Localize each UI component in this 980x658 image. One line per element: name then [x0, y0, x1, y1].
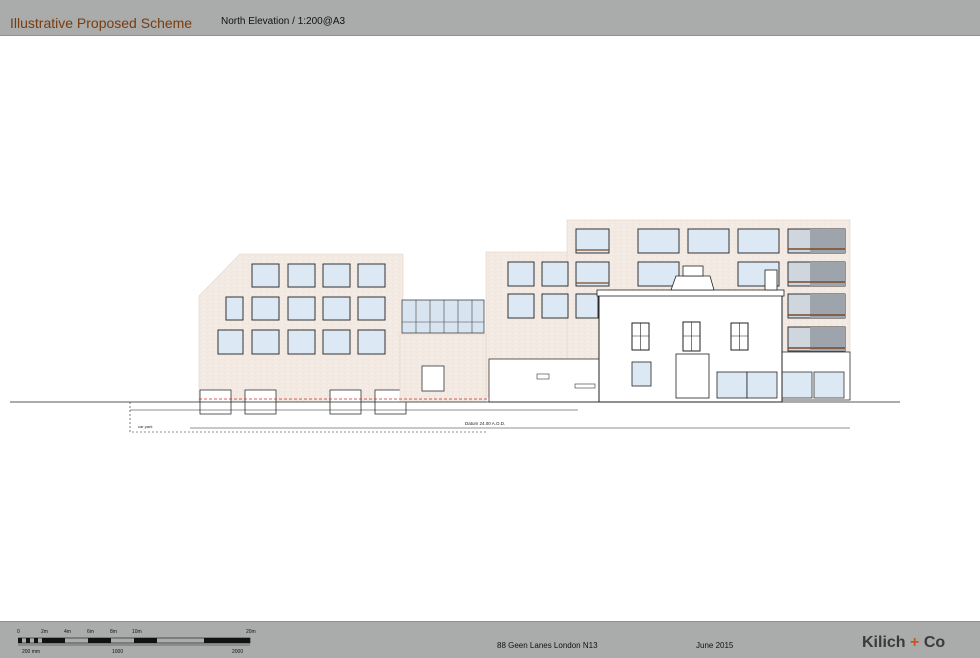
window — [225, 296, 244, 321]
scale-bar — [18, 637, 251, 646]
drawing-subtitle: North Elevation / 1:200@A3 — [221, 16, 346, 27]
chimney — [764, 269, 778, 291]
window — [357, 296, 386, 321]
roof-gable — [670, 275, 715, 291]
window — [637, 228, 680, 254]
entrance-door — [421, 365, 445, 392]
datum-label: Datum 24.00 A.O.D. — [465, 421, 505, 426]
brand-plus: + — [910, 634, 920, 651]
annex-vent — [536, 373, 550, 380]
window — [507, 261, 535, 287]
house-windows — [631, 321, 749, 352]
scale-tick: 20m — [246, 629, 256, 635]
footer-bar: 0 2m 4m 6m 8m 10m 20m 200 mm 1000 2000 8… — [0, 621, 980, 658]
scale-tick: 10m — [132, 629, 142, 635]
window — [322, 296, 351, 321]
brand-name: Kilich — [862, 634, 906, 651]
window — [357, 263, 386, 288]
window — [251, 329, 280, 355]
window — [541, 261, 569, 287]
window — [287, 296, 316, 321]
scale-tick: 6m — [87, 629, 94, 635]
garage-door — [746, 371, 778, 399]
drawing-title: Illustrative Proposed Scheme — [10, 15, 193, 31]
header-bar: Illustrative Proposed Scheme North Eleva… — [0, 0, 980, 36]
project-address: 88 Geen Lanes London N13 — [497, 641, 598, 650]
drawing-date: June 2015 — [696, 641, 734, 650]
scale-sub-label: 1000 — [112, 649, 124, 655]
scale-sub-label: 200 mm — [22, 649, 41, 655]
scale-tick: 8m — [110, 629, 117, 635]
scale-sub-label: 2000 — [232, 649, 244, 655]
window — [322, 329, 351, 355]
scale-tick: 4m — [64, 629, 71, 635]
window — [575, 293, 599, 319]
company-logo: Kilich + Co — [862, 634, 945, 652]
window — [287, 329, 316, 355]
window — [687, 228, 730, 254]
scale-tick: 2m — [41, 629, 48, 635]
window — [217, 329, 244, 355]
car-park-label: car park — [138, 424, 152, 429]
window — [737, 228, 780, 254]
north-elevation-drawing: Datum 24.00 A.O.D. car park — [10, 219, 900, 433]
window — [251, 263, 280, 288]
window — [637, 261, 680, 287]
window — [541, 293, 569, 319]
window — [357, 329, 386, 355]
scale-tick: 0 — [17, 629, 20, 635]
window — [251, 296, 280, 321]
annex-wall — [488, 358, 600, 403]
basement-outline — [129, 402, 488, 433]
window — [322, 263, 351, 288]
window — [507, 293, 535, 319]
porch — [675, 353, 710, 399]
window — [287, 263, 316, 288]
chimney — [682, 265, 704, 277]
brand-suffix: Co — [923, 634, 946, 651]
cornice — [596, 289, 785, 297]
annex-vent — [574, 383, 596, 389]
garage-door — [716, 371, 748, 399]
house-door — [631, 361, 652, 387]
